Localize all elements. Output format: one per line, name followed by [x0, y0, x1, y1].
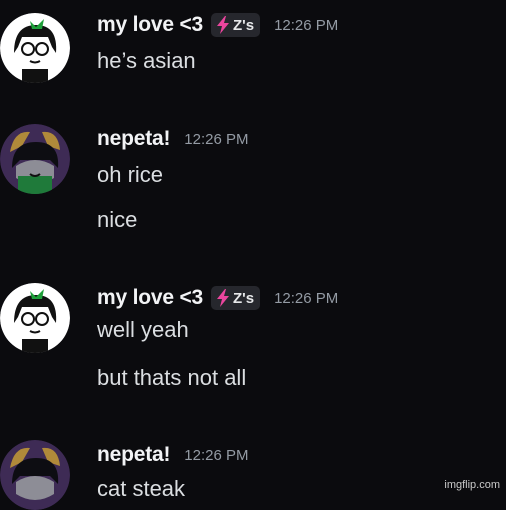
server-tag-text: Z's — [232, 289, 255, 307]
avatar-image — [0, 283, 70, 353]
username[interactable]: my love <3 — [97, 13, 203, 37]
lightning-bolt-icon — [216, 289, 229, 307]
timestamp: 12:26 PM — [184, 130, 249, 148]
server-tag-text: Z's — [232, 16, 255, 34]
message-header: nepeta! 12:26 PM — [97, 124, 249, 154]
server-tag[interactable]: Z's — [210, 286, 261, 310]
message-text: he’s asian — [97, 48, 196, 73]
avatar[interactable] — [0, 283, 70, 353]
avatar-image — [0, 13, 70, 83]
username[interactable]: nepeta! — [97, 443, 170, 467]
message-text: cat steak — [97, 476, 186, 501]
message-text: oh rice — [97, 162, 164, 187]
message-text: well yeah — [97, 317, 189, 342]
username[interactable]: nepeta! — [97, 127, 170, 151]
timestamp: 12:26 PM — [274, 16, 339, 34]
avatar[interactable] — [0, 13, 70, 83]
username[interactable]: my love <3 — [97, 286, 203, 310]
message-text: nice — [97, 207, 138, 232]
avatar[interactable] — [0, 440, 70, 510]
message-header: my love <3 Z's 12:26 PM — [97, 283, 338, 313]
avatar-image — [0, 124, 70, 194]
avatar[interactable] — [0, 124, 70, 194]
message-header: nepeta! 12:26 PM — [97, 440, 249, 470]
timestamp: 12:26 PM — [274, 289, 339, 307]
timestamp: 12:26 PM — [184, 446, 249, 464]
server-tag[interactable]: Z's — [210, 13, 261, 37]
watermark: imgflip.com — [444, 479, 500, 491]
avatar-image — [0, 440, 70, 510]
message-text: but thats not all — [97, 365, 247, 390]
message-header: my love <3 Z's 12:26 PM — [97, 10, 338, 40]
lightning-bolt-icon — [216, 16, 229, 34]
